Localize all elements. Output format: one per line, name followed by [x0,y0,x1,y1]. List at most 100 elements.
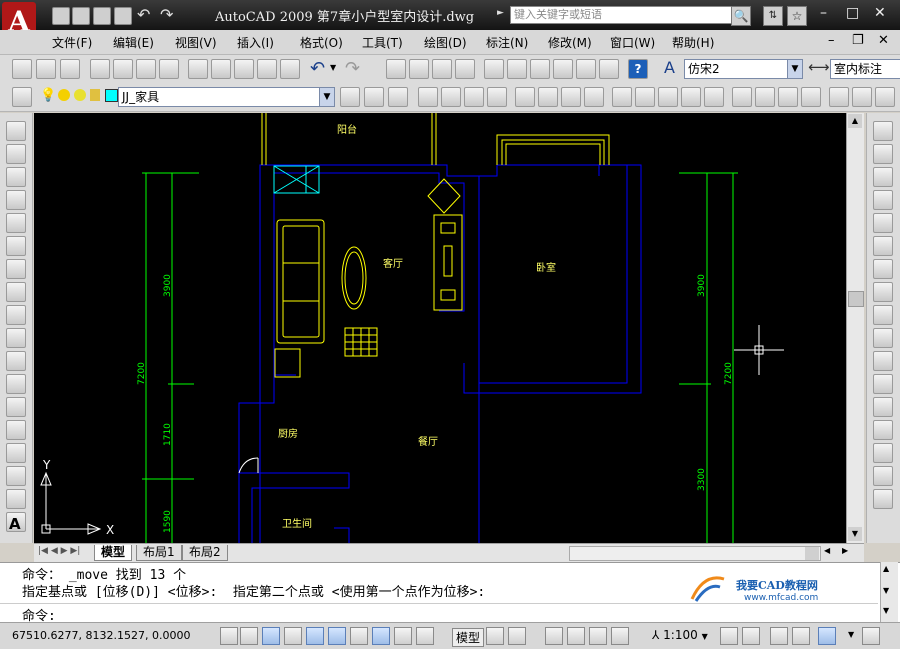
layer-states-icon[interactable] [388,87,408,107]
lock-icon[interactable] [90,89,100,101]
ordinate-dim-icon[interactable] [487,87,507,107]
array-icon[interactable] [873,213,893,233]
baseline-dim-icon[interactable] [635,87,655,107]
workspace-switching-icon[interactable] [770,627,788,645]
undo-dropdown-icon[interactable]: ▼ [330,63,336,72]
zoom-previous-icon[interactable] [455,59,475,79]
insert-block-icon[interactable] [6,374,26,394]
circle-icon[interactable] [6,259,26,279]
multiline-text-icon[interactable]: A [9,515,21,533]
menu-window[interactable]: 窗口(W) [610,34,655,51]
status-menu-icon[interactable]: ▼ [848,630,854,639]
offset-icon[interactable] [873,190,893,210]
rotate-icon[interactable] [873,259,893,279]
coordinate-readout[interactable]: 67510.6277, 8132.1527, 0.0000 [12,629,190,642]
dim-edit-icon[interactable] [829,87,849,107]
open-file-icon[interactable] [36,59,56,79]
aligned-dim-icon[interactable] [441,87,461,107]
layer-previous-icon[interactable] [364,87,384,107]
search-dropdown-arrow-icon[interactable]: ► [497,8,504,18]
region-icon[interactable] [6,489,26,509]
mirror-icon[interactable] [873,167,893,187]
polyline-icon[interactable] [6,167,26,187]
ellipse-icon[interactable] [6,328,26,348]
model-space-button[interactable]: 模型 [452,628,485,647]
menu-edit[interactable]: 编辑(E) [113,34,154,51]
radius-dim-icon[interactable] [515,87,535,107]
drawing-area[interactable]: 阳台 客厅 卧室 厨房 餐厅 卫生间 3900 7200 1710 1590 3… [34,113,846,543]
close-button[interactable]: ✕ [874,5,886,21]
showmotion-icon[interactable] [611,627,629,645]
dim-break-icon[interactable] [704,87,724,107]
pan-icon[interactable] [386,59,406,79]
menu-dimension[interactable]: 标注(N) [486,34,528,51]
dim-update-icon[interactable] [875,87,895,107]
design-center-icon[interactable] [507,59,527,79]
sun-icon[interactable] [58,89,70,101]
join-icon[interactable] [873,420,893,440]
dynamic-ucs-icon[interactable] [350,627,368,645]
quick-dim-icon[interactable] [612,87,632,107]
copy-object-icon[interactable] [873,144,893,164]
jogged-linear-icon[interactable] [801,87,821,107]
redo-icon[interactable]: ↷ [160,5,173,24]
copy-icon[interactable] [211,59,231,79]
arc-length-dim-icon[interactable] [464,87,484,107]
menu-tools[interactable]: 工具(T) [362,34,403,51]
scale-icon[interactable] [873,282,893,302]
point-icon[interactable] [6,420,26,440]
tab-layout2[interactable]: 布局2 [182,545,228,561]
scroll-right-icon[interactable]: ▶ [842,546,848,555]
explode-icon[interactable] [873,489,893,509]
annotation-visibility-icon[interactable] [720,627,738,645]
menu-view[interactable]: 视图(V) [175,34,217,51]
tool-palettes-icon[interactable] [530,59,550,79]
save-file-icon[interactable] [60,59,80,79]
tab-model[interactable]: 模型 [94,545,133,561]
layer-manager-icon[interactable] [12,87,32,107]
make-object-layer-current-icon[interactable] [340,87,360,107]
undo-toolbar-icon[interactable]: ↶ [310,58,325,79]
dim-text-edit-icon[interactable] [852,87,872,107]
menu-draw[interactable]: 绘图(D) [424,34,467,51]
snap-mode-icon[interactable] [220,627,238,645]
paste-icon[interactable] [234,59,254,79]
trim-icon[interactable] [873,328,893,348]
plot-icon[interactable] [90,59,110,79]
dynamic-input-icon[interactable] [372,627,390,645]
rectangle-icon[interactable] [6,213,26,233]
object-snap-icon[interactable] [306,627,324,645]
jogged-dim-icon[interactable] [538,87,558,107]
extend-icon[interactable] [873,351,893,371]
clean-screen-icon[interactable] [862,627,880,645]
paste-block-icon[interactable] [257,59,277,79]
command-scrollbar[interactable]: ▲ ▼ ▼ [880,562,898,622]
scroll-down-icon[interactable]: ▼ [883,586,889,595]
zoom-status-icon[interactable] [567,627,585,645]
quick-view-drawings-icon[interactable] [508,627,526,645]
erase-icon[interactable] [873,121,893,141]
qnew-icon[interactable] [12,59,32,79]
undo-icon[interactable]: ↶ [137,5,150,24]
plot-preview-icon[interactable] [113,59,133,79]
open-icon[interactable] [72,7,90,25]
dim-style-select[interactable]: 室内标注 [830,59,900,79]
spline-icon[interactable] [6,305,26,325]
text-style-select[interactable]: 仿宋2 ▼ [684,59,803,79]
toolbar-lock-icon[interactable] [792,627,810,645]
auto-scale-icon[interactable] [742,627,760,645]
search-icon[interactable]: 🔍 [731,6,751,26]
grid-display-icon[interactable] [240,627,258,645]
publish-icon[interactable] [136,59,156,79]
redo-toolbar-icon[interactable]: ↷ [345,58,360,79]
line-icon[interactable] [6,121,26,141]
tolerance-icon[interactable] [732,87,752,107]
lightbulb-icon[interactable]: 💡 [40,88,56,103]
horizontal-scrollbar[interactable] [569,546,821,561]
construction-line-icon[interactable] [6,144,26,164]
3d-dwf-icon[interactable] [159,59,179,79]
new-icon[interactable] [52,7,70,25]
arc-icon[interactable] [6,236,26,256]
doc-minimize-button[interactable]: – [828,33,835,48]
gradient-icon[interactable] [6,466,26,486]
